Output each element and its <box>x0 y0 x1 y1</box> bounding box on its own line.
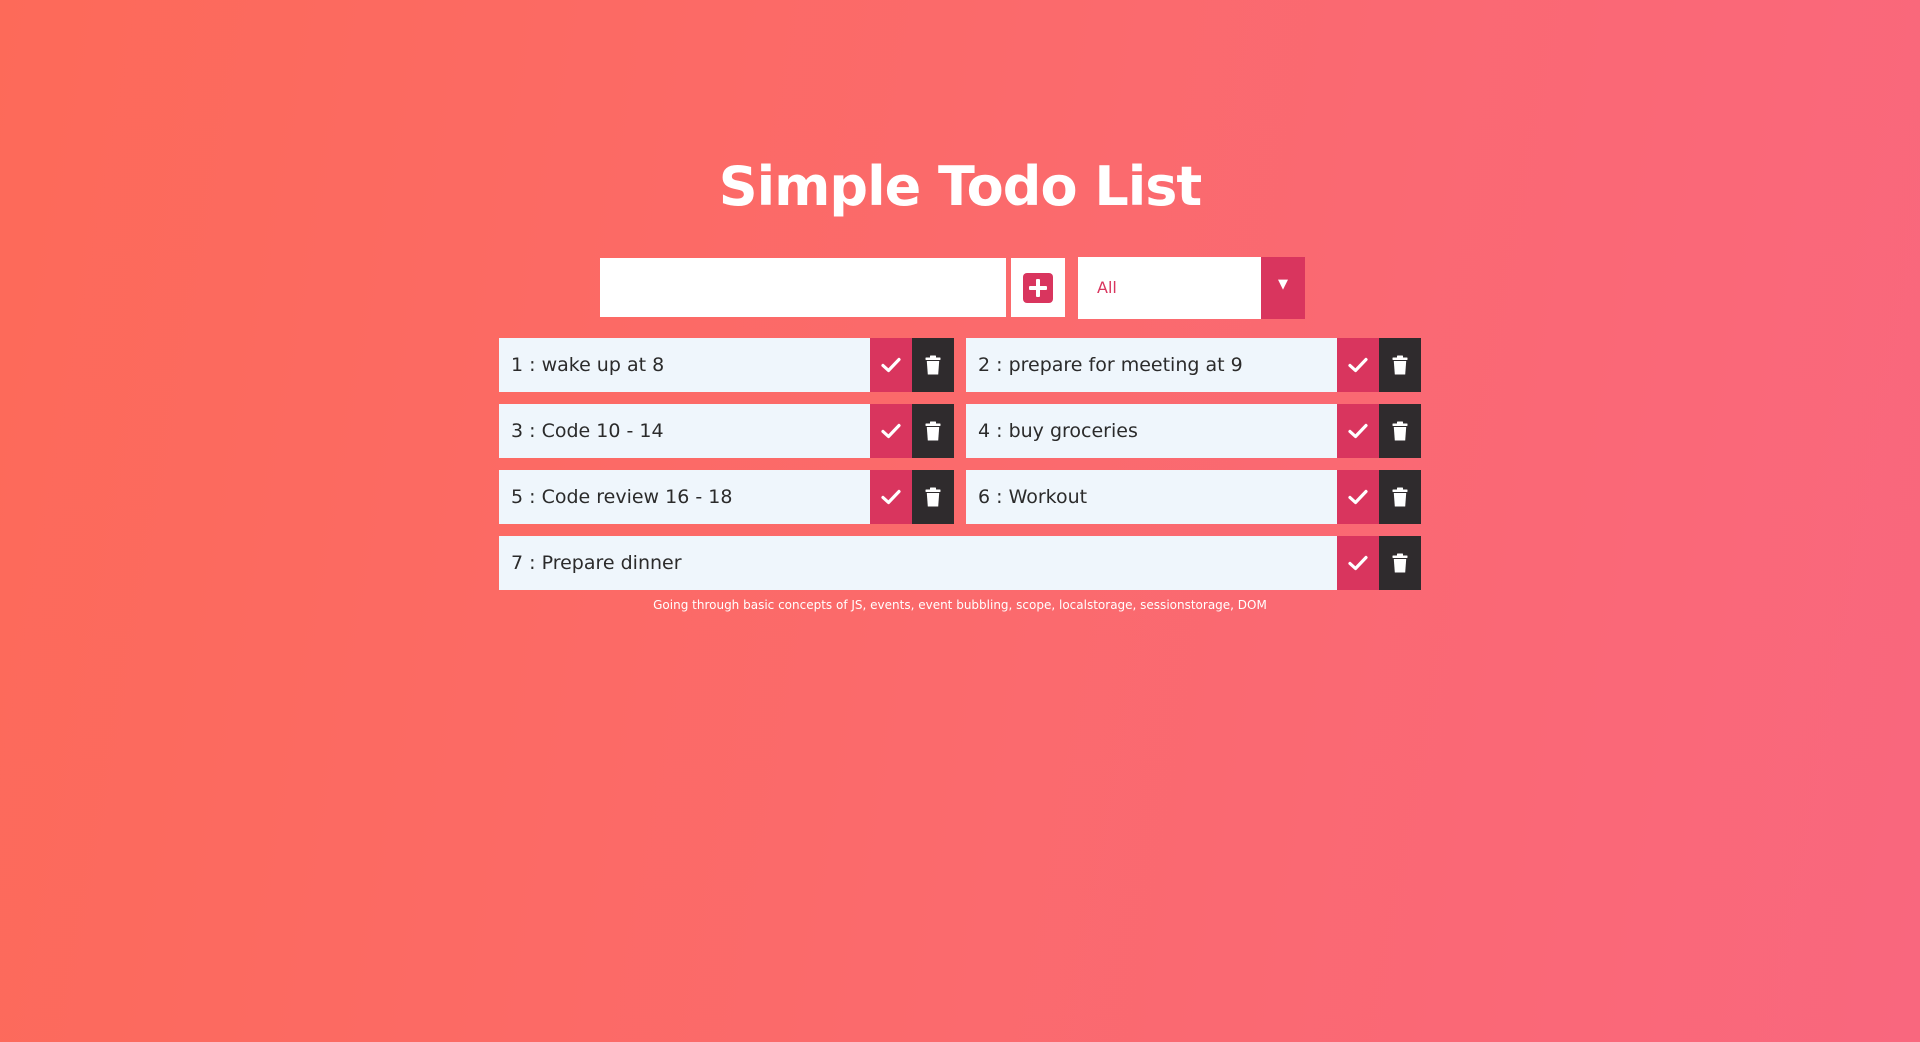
footer-note: Going through basic concepts of JS, even… <box>653 598 1267 612</box>
trash-icon <box>1392 553 1408 573</box>
complete-button[interactable] <box>870 338 912 392</box>
todo-item: 6 : Workout <box>966 470 1421 524</box>
todo-text: 4 : buy groceries <box>978 420 1138 442</box>
complete-button[interactable] <box>1337 338 1379 392</box>
todo-text: 1 : wake up at 8 <box>511 354 665 376</box>
check-icon <box>881 423 901 439</box>
delete-button[interactable] <box>912 470 954 524</box>
todo-text: 2 : prepare for meeting at 9 <box>978 354 1243 376</box>
check-icon <box>1348 357 1368 373</box>
complete-button[interactable] <box>870 404 912 458</box>
todo-list: 1 : wake up at 8 2 : prepare for meeting… <box>499 338 1421 590</box>
check-icon <box>1348 489 1368 505</box>
todo-item: 2 : prepare for meeting at 9 <box>966 338 1421 392</box>
delete-button[interactable] <box>1379 338 1421 392</box>
plus-square-icon <box>1023 272 1053 303</box>
complete-button[interactable] <box>1337 404 1379 458</box>
todo-item: 5 : Code review 16 - 18 <box>499 470 954 524</box>
todo-text: 6 : Workout <box>978 486 1088 508</box>
todo-item: 3 : Code 10 - 14 <box>499 404 954 458</box>
todo-text: 3 : Code 10 - 14 <box>511 420 664 442</box>
trash-icon <box>925 487 941 507</box>
delete-button[interactable] <box>1379 470 1421 524</box>
todo-item: 1 : wake up at 8 <box>499 338 954 392</box>
trash-icon <box>1392 487 1408 507</box>
check-icon <box>1348 555 1368 571</box>
complete-button[interactable] <box>870 470 912 524</box>
check-icon <box>881 357 901 373</box>
trash-icon <box>925 355 941 375</box>
check-icon <box>1348 423 1368 439</box>
delete-button[interactable] <box>912 404 954 458</box>
complete-button[interactable] <box>1337 536 1379 590</box>
todo-item: 7 : Prepare dinner <box>499 536 1421 590</box>
trash-icon <box>1392 421 1408 441</box>
trash-icon <box>925 421 941 441</box>
add-todo-button[interactable] <box>1011 258 1065 317</box>
todo-text: 5 : Code review 16 - 18 <box>511 486 733 508</box>
delete-button[interactable] <box>1379 536 1421 590</box>
dropdown-arrow-icon: ▼ <box>1261 257 1305 319</box>
todo-text: 7 : Prepare dinner <box>511 552 682 574</box>
todo-input[interactable] <box>600 258 1006 317</box>
delete-button[interactable] <box>1379 404 1421 458</box>
delete-button[interactable] <box>912 338 954 392</box>
check-icon <box>881 489 901 505</box>
filter-select[interactable]: All ▼ <box>1078 257 1305 319</box>
trash-icon <box>1392 355 1408 375</box>
todo-item: 4 : buy groceries <box>966 404 1421 458</box>
page-title: Simple Todo List <box>718 155 1202 218</box>
complete-button[interactable] <box>1337 470 1379 524</box>
filter-selected-value: All <box>1097 278 1117 297</box>
